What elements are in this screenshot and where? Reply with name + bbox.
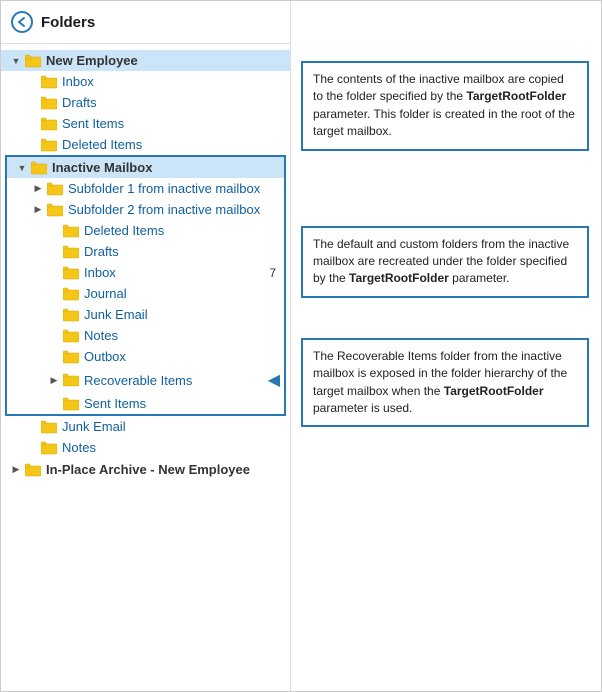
tree-item-sent-items-top[interactable]: ▶ Sent Items (1, 113, 290, 134)
callout-2-bold: TargetRootFolder (349, 271, 449, 285)
folder-icon-deleted-top (41, 138, 57, 152)
tree-item-label-junk-b: Junk Email (62, 419, 290, 434)
arrow-indicator: ◀ (268, 370, 280, 390)
tree-item-archive[interactable]: ▶ In-Place Archive - New Employee (1, 458, 290, 481)
callout-2-text2: parameter. (449, 271, 510, 285)
expand-icon-sub1: ▶ (31, 182, 45, 196)
folder-tree: ▼ New Employee ▶ Inbox ▶ (1, 44, 290, 487)
folder-icon-sub2 (47, 203, 63, 217)
tree-item-label-inactive: Inactive Mailbox (52, 160, 284, 175)
inactive-mailbox-section: ▼ Inactive Mailbox ▶ Subfolder 1 from in… (5, 155, 286, 416)
inbox-badge: 7 (269, 266, 276, 280)
callout-3-text2: parameter is used. (313, 401, 412, 415)
tree-item-inactive-mailbox[interactable]: ▼ Inactive Mailbox (7, 157, 284, 178)
folder-icon-drafts (41, 96, 57, 110)
callout-box-1: The contents of the inactive mailbox are… (301, 61, 589, 151)
tree-item-drafts-in[interactable]: ▶ Drafts (7, 241, 284, 262)
tree-item-sent-in[interactable]: ▶ Sent Items (7, 393, 284, 414)
callout-box-3: The Recoverable Items folder from the in… (301, 338, 589, 428)
folder-icon-del-in (63, 224, 79, 238)
callout-1-text2: parameter. This folder is created in the… (313, 107, 575, 138)
tree-item-label-sent-in: Sent Items (84, 396, 284, 411)
folder-icon-drafts-in (63, 245, 79, 259)
folder-icon-recoverable (63, 373, 79, 387)
tree-item-subfolder2[interactable]: ▶ Subfolder 2 from inactive mailbox (7, 199, 284, 220)
callout-3-bold: TargetRootFolder (444, 384, 544, 398)
expand-icon-sub2: ▶ (31, 203, 45, 217)
tree-item-deleted-top[interactable]: ▶ Deleted Items (1, 134, 290, 155)
folder-icon-notes-in (63, 329, 79, 343)
folder-icon-inactive (31, 161, 47, 175)
tree-item-label-outbox: Outbox (84, 349, 284, 364)
folder-icon-inbox (41, 75, 57, 89)
tree-item-label-inbox: Inbox (62, 74, 290, 89)
tree-item-label-new-employee: New Employee (46, 53, 290, 68)
expand-icon-archive: ▶ (9, 463, 23, 477)
back-icon[interactable] (11, 11, 33, 33)
folder-icon-inbox-in (63, 266, 79, 280)
panel-header: Folders (1, 1, 290, 44)
tree-item-label-sub2: Subfolder 2 from inactive mailbox (68, 202, 284, 217)
tree-item-notes-b[interactable]: ▶ Notes (1, 437, 290, 458)
tree-item-label-inbox-in: Inbox (84, 265, 269, 280)
tree-item-recoverable[interactable]: ▶ Recoverable Items ◀ (7, 367, 284, 393)
tree-item-label-recoverable: Recoverable Items (84, 373, 264, 388)
tree-item-label-sub1: Subfolder 1 from inactive mailbox (68, 181, 284, 196)
tree-item-label-del-in: Deleted Items (84, 223, 284, 238)
tree-item-inbox[interactable]: ▶ Inbox (1, 71, 290, 92)
tree-item-junk-b[interactable]: ▶ Junk Email (1, 416, 290, 437)
folder-icon-sent-in (63, 397, 79, 411)
panel-title: Folders (41, 14, 95, 31)
folder-icon-journal (63, 287, 79, 301)
tree-item-deleted-in[interactable]: ▶ Deleted Items (7, 220, 284, 241)
tree-item-label-journal: Journal (84, 286, 284, 301)
tree-item-label-deleted-top: Deleted Items (62, 137, 290, 152)
expand-icon-recoverable: ▶ (47, 373, 61, 387)
tree-item-label-sent-top: Sent Items (62, 116, 290, 131)
folder-icon-notes-b (41, 441, 57, 455)
tree-item-label-notes-b: Notes (62, 440, 290, 455)
folder-icon-sent-top (41, 117, 57, 131)
tree-item-outbox[interactable]: ▶ Outbox (7, 346, 284, 367)
tree-item-label-notes-in: Notes (84, 328, 284, 343)
tree-item-inbox-in[interactable]: ▶ Inbox 7 (7, 262, 284, 283)
folder-tree-panel: Folders ▼ New Employee ▶ (1, 1, 291, 691)
tree-item-notes-in[interactable]: ▶ Notes (7, 325, 284, 346)
callout-1-bold: TargetRootFolder (466, 89, 566, 103)
folder-icon-archive (25, 463, 41, 477)
expand-icon-new-employee: ▼ (9, 54, 23, 68)
folder-icon-sub1 (47, 182, 63, 196)
tree-item-new-employee[interactable]: ▼ New Employee (1, 50, 290, 71)
tree-item-label-archive: In-Place Archive - New Employee (46, 462, 290, 477)
callout-box-2: The default and custom folders from the … (301, 226, 589, 298)
tree-item-label-drafts: Drafts (62, 95, 290, 110)
folder-icon-outbox (63, 350, 79, 364)
tree-item-journal[interactable]: ▶ Journal (7, 283, 284, 304)
expand-icon-inactive: ▼ (15, 161, 29, 175)
tree-item-label-drafts-in: Drafts (84, 244, 284, 259)
folder-icon-junk-b (41, 420, 57, 434)
folder-icon-new-employee (25, 54, 41, 68)
callout-panel: The contents of the inactive mailbox are… (291, 1, 601, 691)
tree-item-subfolder1[interactable]: ▶ Subfolder 1 from inactive mailbox (7, 178, 284, 199)
tree-item-label-junk-in: Junk Email (84, 307, 284, 322)
folder-icon-junk-in (63, 308, 79, 322)
tree-item-drafts[interactable]: ▶ Drafts (1, 92, 290, 113)
tree-item-junk-in[interactable]: ▶ Junk Email (7, 304, 284, 325)
